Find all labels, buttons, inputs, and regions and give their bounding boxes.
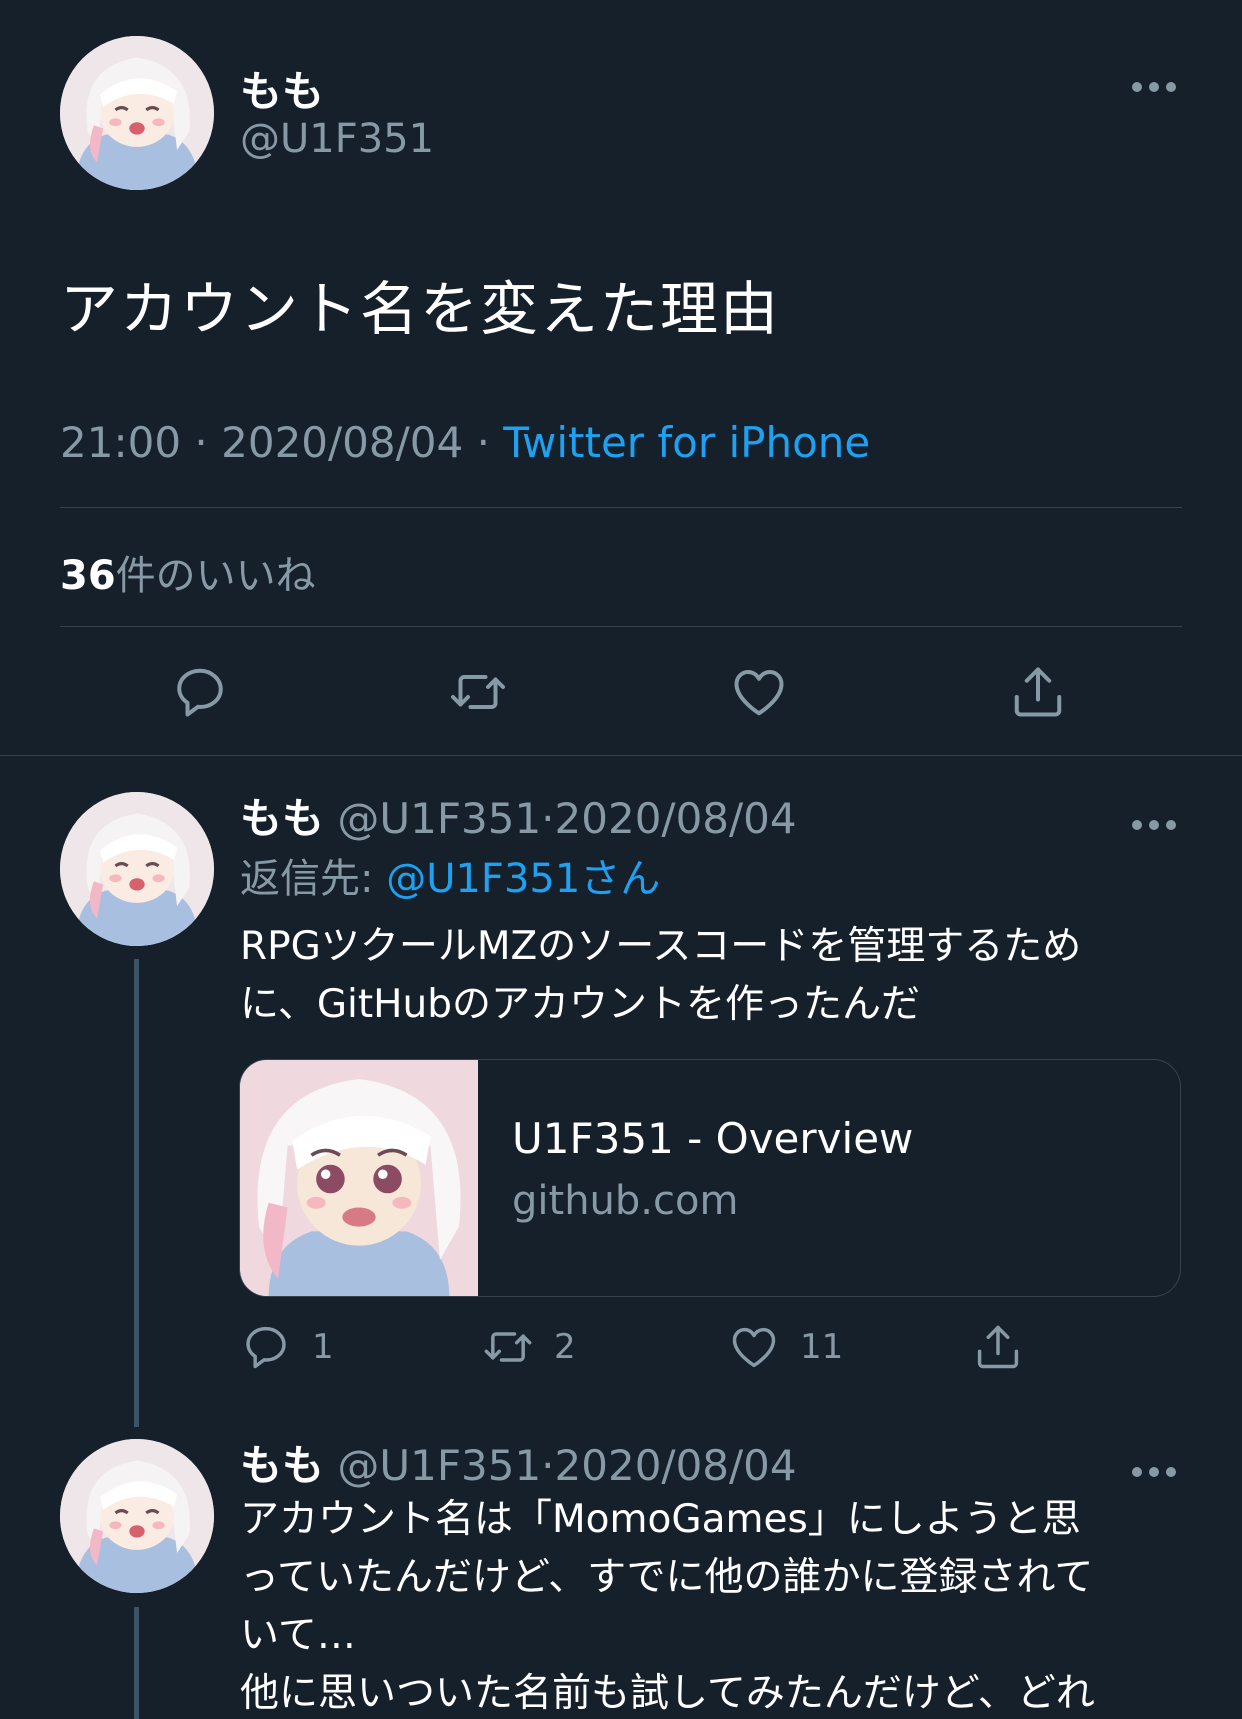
avatar-illustration [60, 1439, 214, 1593]
avatar[interactable] [60, 1439, 214, 1593]
avatar-illustration [60, 36, 214, 190]
avatar[interactable] [60, 792, 214, 946]
thread-connector-line [134, 1607, 139, 1719]
retweet-icon[interactable] [448, 662, 508, 722]
share-button[interactable] [972, 1319, 1024, 1375]
tweet-text-line: いて… [240, 1613, 356, 1658]
like-icon[interactable] [729, 662, 789, 722]
divider [60, 626, 1182, 627]
meta-separator: · [541, 794, 555, 843]
like-button[interactable]: 11 [728, 1319, 843, 1375]
tweet-date[interactable]: 2020/08/04 [555, 1441, 797, 1490]
tweet-source-link[interactable]: Twitter for iPhone [503, 418, 870, 467]
tweet-text-line: 他に思いついた名前も試してみたんだけど、どれ [240, 1671, 1095, 1716]
avatar[interactable] [60, 36, 214, 190]
retweet-icon [484, 1332, 532, 1362]
tweet-text-line: っていたんだけど、すでに他の誰かに登録されて [240, 1555, 1094, 1600]
reply-icon [246, 1326, 286, 1369]
divider [60, 507, 1182, 508]
more-icon[interactable] [1124, 810, 1184, 840]
thread-tweet[interactable]: もも @U1F351·2020/08/04 返信先: @U1F351さん RPG… [0, 757, 1242, 1427]
retweet-count: 2 [554, 1327, 576, 1367]
reply-to-label: 返信先: [240, 856, 387, 902]
tweet-time: 21:00 [60, 418, 182, 467]
like-count: 11 [800, 1327, 844, 1367]
tweet-header: もも @U1F351·2020/08/04 [240, 785, 797, 846]
user-handle[interactable]: @U1F351 [240, 116, 434, 162]
meta-separator: · [541, 1441, 555, 1490]
tweet-date: 2020/08/04 [221, 418, 464, 467]
display-name[interactable]: もも [240, 58, 324, 119]
tweet-text: RPGツクールMZのソースコードを管理するため に、GitHubのアカウントを作… [240, 918, 1180, 1034]
like-label: 件のいいね [115, 553, 316, 599]
meta-separator: · [194, 418, 208, 467]
card-domain: github.com [512, 1178, 739, 1224]
card-thumbnail [240, 1060, 478, 1296]
tweet-header: もも @U1F351·2020/08/04 [240, 1432, 797, 1493]
display-name[interactable]: もも [240, 794, 324, 843]
tweet-meta: 21:00 · 2020/08/04 · Twitter for iPhone [60, 418, 870, 467]
share-icon [977, 1325, 1019, 1369]
reply-icon[interactable] [170, 662, 230, 722]
reply-to-mention[interactable]: @U1F351さん [386, 856, 660, 902]
tweet-text: アカウント名を変えた理由 [60, 275, 781, 343]
tweet-date[interactable]: 2020/08/04 [555, 794, 797, 843]
main-tweet: もも @U1F351 アカウント名を変えた理由 21:00 · 2020/08/… [0, 0, 1242, 756]
tweet-text: アカウント名は「MomoGames」にしようと思 っていたんだけど、すでに他の誰… [240, 1491, 1180, 1719]
more-icon[interactable] [1124, 72, 1184, 102]
like-icon [732, 1327, 776, 1368]
more-icon[interactable] [1124, 1457, 1184, 1487]
share-icon[interactable] [1008, 662, 1068, 722]
meta-separator: · [476, 418, 490, 467]
card-title: U1F351 - Overview [512, 1114, 914, 1163]
reply-count: 1 [312, 1327, 334, 1367]
likes-summary[interactable]: 36件のいいね [60, 543, 316, 601]
reply-to: 返信先: @U1F351さん [240, 846, 660, 904]
user-handle[interactable]: @U1F351 [337, 1441, 541, 1490]
retweet-button[interactable]: 2 [482, 1319, 576, 1375]
user-handle[interactable]: @U1F351 [337, 794, 541, 843]
like-count: 36 [60, 553, 116, 599]
tweet-text-line: RPGツクールMZのソースコードを管理するため [240, 924, 1082, 969]
tweet-thread-screen: もも @U1F351 アカウント名を変えた理由 21:00 · 2020/08/… [0, 0, 1242, 1719]
thread-connector-line [134, 959, 139, 1427]
thread-tweet[interactable]: もも @U1F351·2020/08/04 アカウント名は「MomoGames」… [0, 1405, 1242, 1719]
display-name[interactable]: もも [240, 1441, 324, 1490]
reply-button[interactable]: 1 [240, 1319, 334, 1375]
tweet-text-line: に、GitHubのアカウントを作ったんだ [240, 982, 920, 1027]
tweet-text-line: アカウント名は「MomoGames」にしようと思 [240, 1497, 1081, 1542]
link-preview-card[interactable]: U1F351 - Overview github.com [239, 1059, 1181, 1297]
avatar-illustration [60, 792, 214, 946]
